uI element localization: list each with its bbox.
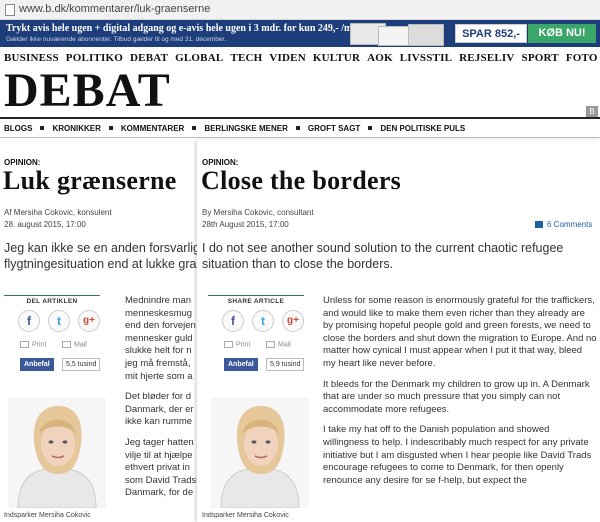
masthead-title[interactable]: DEBAT [4, 66, 171, 116]
article-paragraph: Jeg tager hatten vilje til at hjælpe eth… [125, 436, 197, 499]
article-headline: Close the borders [201, 166, 402, 195]
section-link[interactable]: KULTUR [313, 52, 360, 68]
mail-icon [266, 341, 275, 348]
section-link[interactable]: SPORT [522, 52, 559, 68]
sub-navigation: BLOGS KRONIKKER KOMMENTARER BERLINGSKE M… [4, 121, 598, 135]
original-article: OPINION: Luk grænserne Af Mersiha Cokovi… [0, 140, 199, 522]
print-button[interactable]: Print [224, 341, 250, 348]
share-panel: DEL ARTIKLEN f t g+ Print Mail Anbefal 5… [4, 295, 114, 371]
mail-label: Mail [74, 341, 87, 349]
mail-icon [62, 341, 71, 348]
print-icon [224, 341, 233, 348]
twitter-icon[interactable]: t [48, 310, 70, 332]
article-date: 28th August 2015, 17:00 [202, 220, 289, 229]
section-link[interactable]: AOK [367, 52, 393, 68]
divider [0, 117, 600, 119]
separator-icon [368, 126, 373, 130]
print-button[interactable]: Print [20, 341, 46, 348]
author-photo [211, 398, 309, 508]
page-icon [5, 4, 15, 16]
article-lead: Jeg kan ikke se en anden forsvarlig l fl… [4, 241, 199, 271]
mail-button[interactable]: Mail [62, 341, 87, 348]
section-link[interactable]: LIVSSTIL [400, 52, 452, 68]
article-paragraph: Det bløder for d Danmark, der er ikke ka… [125, 391, 194, 428]
article-paragraph: Unless for some reason is enormously gra… [323, 295, 597, 369]
author-caption: Indsparker Mersiha Cokovic [4, 512, 91, 519]
like-count: 5,5 tusind [62, 358, 101, 371]
comment-icon [535, 221, 543, 229]
like-count: 5,9 tusind [266, 358, 305, 371]
section-link[interactable]: VIDEN [269, 52, 305, 68]
article-paragraph: It bleeds for the Denmark my children to… [323, 378, 590, 415]
url-text[interactable]: www.b.dk/kommentarer/luk-graenserne [19, 3, 210, 15]
comments-link[interactable]: 6 Comments [535, 220, 592, 229]
promo-fineprint: Gælder ikke nuværende abonnenter. Tilbud… [6, 36, 227, 43]
promo-banner[interactable]: Trykt avis hele ugen + digital adgang og… [0, 20, 600, 47]
twitter-icon[interactable]: t [252, 310, 274, 332]
separator-icon [108, 126, 113, 130]
translated-article: OPINION: Close the borders By Mersiha Co… [197, 140, 600, 522]
subnav-item-kronikker[interactable]: KRONIKKER [52, 124, 100, 133]
subnav-item-berlingske-mener[interactable]: BERLINGSKE MENER [204, 124, 288, 133]
article-body: Mednindre man menneskesmug end den forve… [125, 295, 199, 508]
divider [0, 137, 600, 138]
subnav-item-kommentarer[interactable]: KOMMENTARER [121, 124, 184, 133]
separator-icon [192, 126, 197, 130]
facebook-like-button[interactable]: Anbefal [224, 358, 258, 371]
author-caption: Indsparker Mersiha Cokovic [202, 512, 289, 519]
separator-icon [295, 126, 300, 130]
save-amount-label: SPAR 852,- [455, 24, 527, 43]
divider [208, 295, 304, 296]
subnav-item-blogs[interactable]: BLOGS [4, 124, 32, 133]
newspaper-image [408, 24, 444, 46]
article-byline[interactable]: Af Mersiha Cokovic, konsulent [4, 208, 112, 217]
google-plus-icon[interactable]: g+ [78, 310, 100, 332]
buy-now-button[interactable]: KØB NU! [528, 24, 596, 43]
mail-label: Mail [278, 341, 291, 349]
google-plus-icon[interactable]: g+ [282, 310, 304, 332]
article-paragraph: I take my hat off to the Danish populati… [323, 424, 592, 486]
browser-address-bar[interactable]: www.b.dk/kommentarer/luk-graenserne [0, 0, 600, 20]
mail-button[interactable]: Mail [266, 341, 291, 348]
subnav-item-politiske-puls[interactable]: DEN POLITISKE PULS [380, 124, 465, 133]
print-label: Print [32, 341, 47, 349]
facebook-icon[interactable]: f [222, 310, 244, 332]
facebook-like-button[interactable]: Anbefal [20, 358, 54, 371]
share-title: DEL ARTIKLEN [26, 298, 78, 305]
section-link[interactable]: REJSELIV [459, 52, 514, 68]
divider [4, 295, 100, 296]
promo-headline: Trykt avis hele ugen + digital adgang og… [6, 23, 364, 34]
subnav-item-groft-sagt[interactable]: GROFT SAGT [308, 124, 360, 133]
separator-icon [40, 126, 45, 130]
article-lead: I do not see another sound solution to t… [202, 241, 564, 271]
comments-label: 6 Comments [547, 220, 593, 229]
article-headline: Luk grænserne [3, 166, 177, 195]
author-photo [8, 398, 106, 508]
article-date: 28. august 2015, 17:00 [4, 220, 86, 229]
article-byline[interactable]: By Mersiha Cokovic, consultant [202, 208, 314, 217]
article-paragraph: Mednindre man menneskesmug end den forve… [125, 295, 196, 382]
section-link[interactable]: GLOBAL [175, 52, 223, 68]
facebook-icon[interactable]: f [18, 310, 40, 332]
section-link[interactable]: TECH [230, 52, 262, 68]
print-label: Print [236, 341, 251, 349]
print-icon [20, 341, 29, 348]
share-title: SHARE ARTICLE [227, 298, 285, 305]
section-link[interactable]: FOTO [566, 52, 598, 68]
article-body: Unless for some reason is enormously gra… [323, 295, 597, 495]
share-panel: SHARE ARTICLE f t g+ Print Mail Anbefal … [208, 295, 318, 371]
